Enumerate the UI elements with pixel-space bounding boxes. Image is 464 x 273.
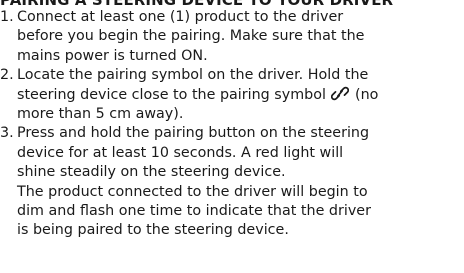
step-number: 1.: [0, 9, 14, 25]
step-text-line: The product connected to the driver will…: [17, 183, 368, 200]
step-text-line: is being paired to the steering device.: [17, 222, 289, 239]
link-icon: [331, 86, 350, 100]
step-text-line: mains power is turned ON.: [17, 47, 208, 64]
instruction-document: PAIRING A STEERING DEVICE TO YOUR DRIVER…: [0, 0, 464, 273]
step-number: 2.: [0, 67, 14, 84]
step-3: 3. Press and hold the pairing button on …: [0, 124, 462, 240]
step-text-line: Press and hold the pairing button on the…: [17, 125, 370, 142]
step-text-line: more than 5 cm away).: [17, 106, 184, 123]
step-number: 3.: [0, 125, 14, 142]
step-1: 1. Connect at least one (1) product to t…: [0, 8, 462, 66]
step-text-line: shine steadily on the steering device.: [17, 164, 286, 181]
pairing-steps-list: 1. Connect at least one (1) product to t…: [0, 8, 462, 241]
step-2: 2. Locate the pairing symbol on the driv…: [0, 66, 462, 124]
step-text-line: Connect at least one (1) product to the …: [17, 9, 344, 25]
step-text-line: dim and flash one time to indicate that …: [17, 203, 371, 220]
step-text-line: device for at least 10 seconds. A red li…: [17, 144, 344, 161]
step-text-line: Locate the pairing symbol on the driver.…: [17, 67, 369, 84]
step-text-line: steering device close to the pairing sym…: [17, 86, 326, 103]
step-text-line: (no: [355, 86, 379, 103]
step-text-line: before you begin the pairing. Make sure …: [17, 28, 365, 45]
